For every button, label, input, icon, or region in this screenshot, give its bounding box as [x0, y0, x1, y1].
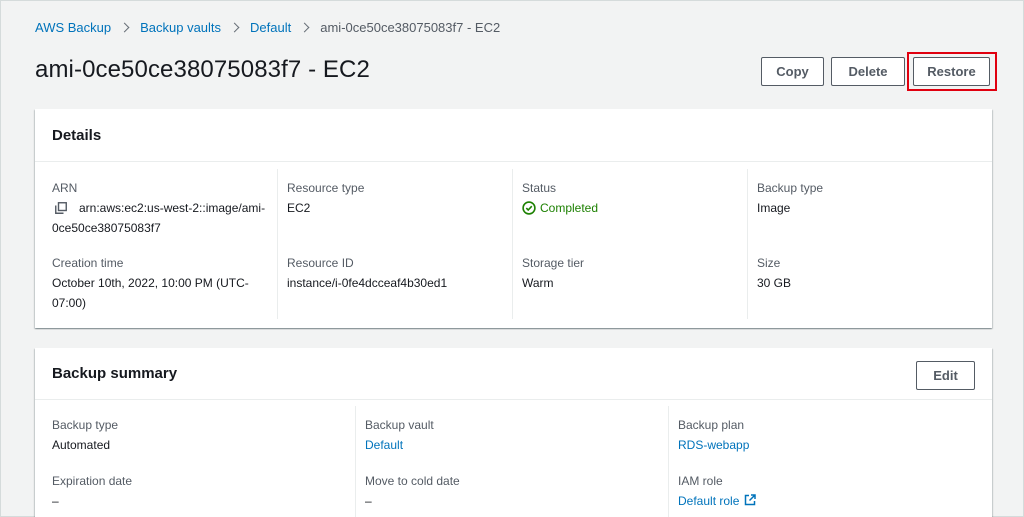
- arn-value-line1: arn:aws:ec2:us-west-2::image/ami-: [79, 201, 266, 215]
- backup-vault-field: Backup vault Default: [365, 415, 655, 455]
- copy-button[interactable]: Copy: [761, 57, 824, 86]
- summary-backup-type-field: Backup type Automated: [52, 415, 342, 455]
- resource-type-value: EC2: [287, 201, 311, 215]
- edit-button[interactable]: Edit: [916, 361, 975, 390]
- expiration-date-field: Expiration date –: [52, 471, 342, 511]
- backup-vault-link[interactable]: Default: [365, 435, 655, 455]
- size-label: Size: [757, 256, 781, 270]
- resource-id-field: Resource ID instance/i-0fe4dcceaf4b30ed1: [287, 253, 502, 293]
- iam-role-field: IAM role Default role: [678, 471, 968, 511]
- summary-backup-type-label: Backup type: [52, 418, 119, 432]
- backup-plan-field: Backup plan RDS-webapp: [678, 415, 968, 455]
- expiration-date-value: –: [52, 494, 59, 508]
- expiration-date-label: Expiration date: [52, 474, 133, 488]
- iam-role-label: IAM role: [678, 474, 723, 488]
- restore-button[interactable]: Restore: [913, 57, 990, 86]
- page-title: ami-0ce50ce38075083f7 - EC2: [35, 56, 370, 83]
- chevron-right-icon: [119, 22, 130, 33]
- size-field: Size 30 GB: [757, 253, 972, 293]
- creation-time-field: Creation time October 10th, 2022, 10:00 …: [52, 253, 267, 313]
- storage-tier-field: Storage tier Warm: [522, 253, 737, 293]
- cold-date-value: –: [365, 494, 372, 508]
- creation-time-line2: 07:00): [52, 296, 87, 310]
- chevron-right-icon: [299, 22, 310, 33]
- backup-plan-link[interactable]: RDS-webapp: [678, 435, 968, 455]
- breadcrumb-current: ami-0ce50ce38075083f7 - EC2: [320, 20, 501, 35]
- cold-date-field: Move to cold date –: [365, 471, 655, 511]
- resource-id-value: instance/i-0fe4dcceaf4b30ed1: [287, 276, 448, 290]
- check-circle-icon: [522, 201, 536, 215]
- copy-icon[interactable]: [55, 200, 71, 216]
- column-divider: [747, 169, 748, 319]
- status-field: Status Completed: [522, 178, 737, 218]
- backup-vault-label: Backup vault: [365, 418, 434, 432]
- cold-date-label: Move to cold date: [365, 474, 460, 488]
- backup-type-value: Image: [757, 201, 791, 215]
- column-divider: [668, 406, 669, 517]
- details-heading: Details: [35, 109, 992, 162]
- arn-label: ARN: [52, 181, 78, 195]
- backup-summary-heading: Backup summary: [35, 348, 992, 400]
- breadcrumb-backup-vaults[interactable]: Backup vaults: [140, 20, 221, 35]
- storage-tier-value: Warm: [522, 276, 554, 290]
- creation-time-line1: October 10th, 2022, 10:00 PM (UTC-: [52, 276, 249, 290]
- iam-role-link[interactable]: Default role: [678, 491, 968, 511]
- arn-field: ARN arn:aws:ec2:us-west-2::image/ami- 0c…: [52, 178, 267, 238]
- size-value: 30 GB: [757, 276, 792, 290]
- backup-type-field: Backup type Image: [757, 178, 972, 218]
- status-label: Status: [522, 181, 557, 195]
- chevron-right-icon: [229, 22, 240, 33]
- backup-type-label: Backup type: [757, 181, 824, 195]
- column-divider: [355, 406, 356, 517]
- external-link-icon: [745, 494, 757, 506]
- resource-type-label: Resource type: [287, 181, 365, 195]
- details-panel: Details ARN arn:aws:ec2:us-west-2::image…: [35, 109, 992, 328]
- backup-summary-panel: Backup summary Backup type Automated Bac…: [35, 348, 992, 517]
- breadcrumb-default[interactable]: Default: [250, 20, 291, 35]
- breadcrumb-aws-backup[interactable]: AWS Backup: [35, 20, 111, 35]
- resource-id-label: Resource ID: [287, 256, 354, 270]
- resource-type-field: Resource type EC2: [287, 178, 502, 218]
- iam-role-link-text: Default role: [678, 494, 740, 508]
- backup-plan-label: Backup plan: [678, 418, 745, 432]
- column-divider: [277, 169, 278, 319]
- storage-tier-label: Storage tier: [522, 256, 585, 270]
- breadcrumb: AWS Backup Backup vaults Default ami-0ce…: [35, 20, 500, 35]
- status-value: Completed: [540, 201, 599, 215]
- column-divider: [512, 169, 513, 319]
- summary-backup-type-value: Automated: [52, 438, 111, 452]
- delete-button[interactable]: Delete: [831, 57, 905, 86]
- arn-value-line2: 0ce50ce38075083f7: [52, 221, 161, 235]
- creation-time-label: Creation time: [52, 256, 124, 270]
